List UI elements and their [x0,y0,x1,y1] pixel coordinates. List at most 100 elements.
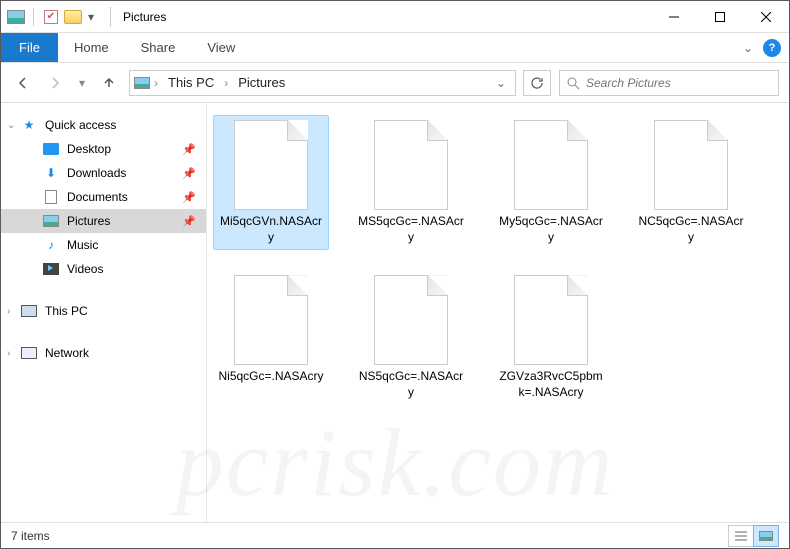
pin-icon: 📌 [182,167,196,180]
pin-icon: 📌 [182,215,196,228]
chevron-right-icon[interactable]: › [222,76,230,90]
sidebar-item-label: Music [67,238,98,252]
breadcrumb-seg-0[interactable]: This PC [162,75,220,90]
sidebar-item-label: Desktop [67,142,111,156]
sidebar-item-label: Documents [67,190,128,204]
sidebar-item-label: Videos [67,262,103,276]
sidebar-item-label: Downloads [67,166,126,180]
minimize-button[interactable] [651,2,697,32]
status-item-count: 7 items [11,529,50,543]
file-name-label: My5qcGc=.NASAcry [498,214,604,245]
address-row: ▾ › This PC › Pictures ⌄ [1,63,789,103]
file-item[interactable]: ZGVza3RvcC5pbmk=.NASAcry [493,270,609,405]
nav-network[interactable]: › Network [1,341,206,365]
file-icon [374,120,448,210]
sidebar-item-desktop[interactable]: Desktop 📌 [1,137,206,161]
sidebar-item-label: Pictures [67,214,110,228]
chevron-right-icon[interactable]: › [7,348,10,359]
sidebar-item-videos[interactable]: Videos [1,257,206,281]
file-item[interactable]: NC5qcGc=.NASAcry [633,115,749,250]
tab-home[interactable]: Home [58,33,125,62]
file-icon [654,120,728,210]
search-icon [566,76,580,90]
nav-up-button[interactable] [97,71,121,95]
nav-back-button[interactable] [11,71,35,95]
pc-icon [21,303,37,319]
sidebar-item-downloads[interactable]: ⬇ Downloads 📌 [1,161,206,185]
qat-separator [33,8,34,26]
videos-icon [43,261,59,277]
nav-label: Network [45,346,89,360]
explorer-body: ⌄ ★ Quick access Desktop📌⬇Downloads📌Docu… [1,103,789,522]
chevron-right-icon[interactable]: › [152,76,160,90]
file-item[interactable]: Ni5qcGc=.NASAcry [213,270,329,405]
file-icon [514,275,588,365]
nav-label: Quick access [45,118,116,132]
desktop-icon [43,141,59,157]
file-name-label: NS5qcGc=.NASAcry [358,369,464,400]
file-icon [234,275,308,365]
file-name-label: Ni5qcGc=.NASAcry [218,369,323,385]
sidebar-item-pictures[interactable]: Pictures 📌 [1,209,206,233]
breadcrumb-seg-1[interactable]: Pictures [232,75,291,90]
maximize-button[interactable] [697,2,743,32]
view-details-button[interactable] [728,525,754,547]
file-tab[interactable]: File [1,33,58,62]
music-icon: ♪ [43,237,59,253]
content-area[interactable]: Mi5qcGVn.NASAcry MS5qcGc=.NASAcry My5qcGc=… [207,103,789,522]
address-icon [134,75,150,91]
qat-customize-icon[interactable]: ▾ [88,10,98,24]
documents-icon [43,189,59,205]
qat-newfolder-icon[interactable] [64,8,82,26]
sidebar-item-documents[interactable]: Documents 📌 [1,185,206,209]
search-input[interactable] [586,76,772,90]
file-item[interactable]: MS5qcGc=.NASAcry [353,115,469,250]
close-button[interactable] [743,2,789,32]
pin-icon: 📌 [182,143,196,156]
nav-recent-dropdown[interactable]: ▾ [75,71,89,95]
pictures-icon [43,213,59,229]
downloads-icon: ⬇ [43,165,59,181]
file-icon [514,120,588,210]
file-name-label: ZGVza3RvcC5pbmk=.NASAcry [498,369,604,400]
quick-access-toolbar: ✔ ▾ Pictures [1,7,166,27]
status-bar: 7 items [1,522,789,548]
sidebar-item-music[interactable]: ♪ Music [1,233,206,257]
view-icons-button[interactable] [753,525,779,547]
nav-quick-access[interactable]: ⌄ ★ Quick access [1,113,206,137]
pin-icon: 📌 [182,191,196,204]
window-title: Pictures [123,10,166,24]
file-item[interactable]: Mi5qcGVn.NASAcry [213,115,329,250]
file-grid: Mi5qcGVn.NASAcry MS5qcGc=.NASAcry My5qcGc=… [213,115,779,405]
titlebar: ✔ ▾ Pictures [1,1,789,33]
address-bar[interactable]: › This PC › Pictures ⌄ [129,70,516,96]
help-icon[interactable]: ? [763,39,781,57]
tab-view[interactable]: View [191,33,251,62]
app-icon [7,8,25,26]
file-item[interactable]: NS5qcGc=.NASAcry [353,270,469,405]
nav-this-pc[interactable]: › This PC [1,299,206,323]
search-box[interactable] [559,70,779,96]
qat-properties-icon[interactable]: ✔ [42,8,60,26]
title-separator [110,7,111,27]
chevron-down-icon[interactable]: ⌄ [7,120,15,131]
window-controls [651,2,789,32]
nav-label: This PC [45,304,88,318]
explorer-window: ✔ ▾ Pictures File Home Share View ⌄ ? ▾ [0,0,790,549]
file-icon [234,120,308,210]
network-icon [21,345,37,361]
file-item[interactable]: My5qcGc=.NASAcry [493,115,609,250]
file-icon [374,275,448,365]
star-icon: ★ [21,117,37,133]
file-name-label: NC5qcGc=.NASAcry [638,214,744,245]
navigation-pane[interactable]: ⌄ ★ Quick access Desktop📌⬇Downloads📌Docu… [1,103,207,522]
chevron-right-icon[interactable]: › [7,306,10,317]
ribbon-tabs: File Home Share View ⌄ ? [1,33,789,63]
nav-forward-button[interactable] [43,71,67,95]
tab-share[interactable]: Share [125,33,192,62]
address-dropdown-icon[interactable]: ⌄ [491,76,511,90]
file-name-label: Mi5qcGVn.NASAcry [218,214,324,245]
refresh-button[interactable] [523,70,551,96]
file-name-label: MS5qcGc=.NASAcry [358,214,464,245]
collapse-ribbon-icon[interactable]: ⌄ [743,41,753,55]
